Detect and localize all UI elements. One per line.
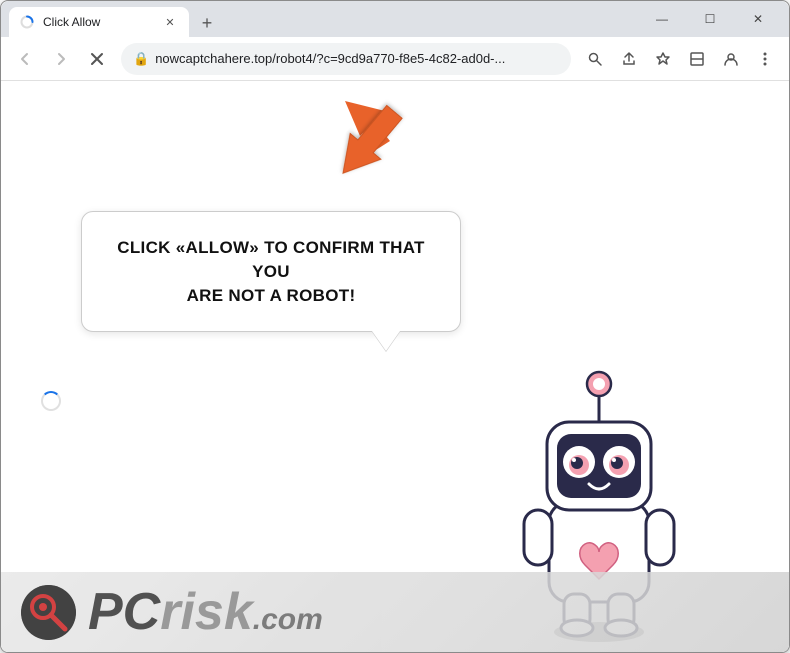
forward-button[interactable] [45,43,77,75]
address-text: nowcaptchahere.top/robot4/?c=9cd9a770-f8… [155,51,559,66]
spinner-circle [41,391,61,411]
lock-icon: 🔒 [133,51,149,67]
profile-icon-button[interactable] [715,43,747,75]
tab-title: Click Allow [43,15,153,29]
pcrisk-pc: PC [88,586,160,638]
bookmark-icon-button[interactable] [647,43,679,75]
page-content: CLICK «ALLOW» TO CONFIRM THAT YOU ARE NO… [1,81,789,652]
pcrisk-brand: PC risk .com [88,586,323,638]
tab-strip: Click Allow ✕ + [9,1,639,37]
menu-icon-button[interactable] [749,43,781,75]
bubble-text: CLICK «ALLOW» TO CONFIRM THAT YOU ARE NO… [112,236,430,307]
arrow-indicator [315,89,425,199]
search-icon-button[interactable] [579,43,611,75]
close-button[interactable]: ✕ [735,1,781,37]
toolbar-icons [579,43,781,75]
active-tab[interactable]: Click Allow ✕ [9,7,189,37]
share-icon-button[interactable] [613,43,645,75]
reload-button[interactable] [81,43,113,75]
address-bar[interactable]: 🔒 nowcaptchahere.top/robot4/?c=9cd9a770-… [121,43,571,75]
minimize-button[interactable]: — [639,1,685,37]
pcrisk-risk: risk [160,586,253,638]
title-bar: Click Allow ✕ + — ☐ ✕ [1,1,789,37]
tab-favicon [19,14,35,30]
new-tab-button[interactable]: + [193,9,221,37]
browser-window: Click Allow ✕ + — ☐ ✕ 🔒 nowcaptchahere.t… [0,0,790,653]
toolbar: 🔒 nowcaptchahere.top/robot4/?c=9cd9a770-… [1,37,789,81]
tab-close-button[interactable]: ✕ [161,13,179,31]
pcrisk-dotcom: .com [253,605,323,635]
extensions-icon-button[interactable] [681,43,713,75]
speech-bubble: CLICK «ALLOW» TO CONFIRM THAT YOU ARE NO… [81,211,461,332]
back-button[interactable] [9,43,41,75]
pcrisk-logo-icon [21,585,76,640]
loading-spinner [41,391,61,411]
maximize-button[interactable]: ☐ [687,1,733,37]
pcrisk-watermark: PC risk .com [1,572,789,652]
window-controls: — ☐ ✕ [639,1,781,37]
